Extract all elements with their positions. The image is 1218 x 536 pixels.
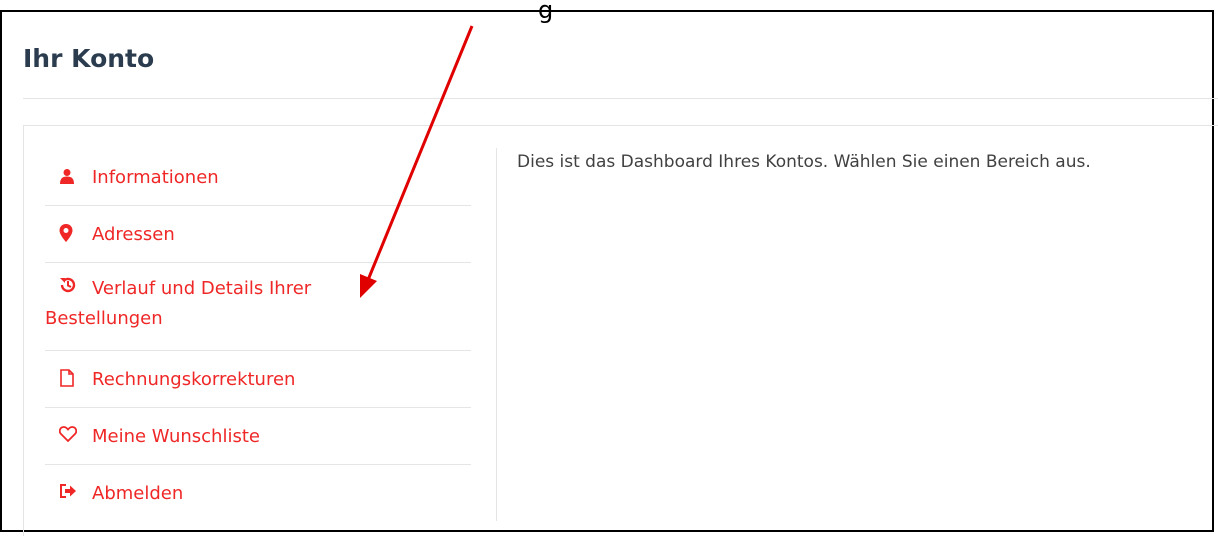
column-divider [496, 148, 497, 521]
sign-out-icon [59, 483, 77, 501]
nav-item-abmelden[interactable]: Abmelden [45, 465, 471, 522]
nav-item-label: Rechnungskorrekturen [92, 369, 296, 390]
file-icon [59, 369, 77, 387]
nav-item-label: Adressen [92, 224, 175, 245]
nav-item-label: Abmelden [92, 483, 184, 504]
user-icon [59, 168, 77, 186]
heart-icon [59, 426, 77, 444]
nav-item-label: Verlauf und Details Ihrer Bestellungen [45, 274, 392, 334]
partial-heading-text: g [538, 0, 554, 24]
nav-item-rechnungskorrekturen[interactable]: Rechnungskorrekturen [45, 351, 471, 408]
nav-item-bestellungen[interactable]: Verlauf und Details Ihrer Bestellungen [45, 263, 471, 351]
nav-item-label: Informationen [92, 167, 219, 188]
title-divider [23, 98, 1218, 99]
map-marker-icon [59, 224, 77, 242]
nav-item-adressen[interactable]: Adressen [45, 206, 471, 263]
account-nav: Informationen Adressen Verlauf und Detai… [45, 148, 471, 522]
nav-item-wunschliste[interactable]: Meine Wunschliste [45, 408, 471, 465]
dashboard-message: Dies ist das Dashboard Ihres Kontos. Wäh… [517, 152, 1091, 172]
page-title: Ihr Konto [23, 44, 155, 73]
nav-item-label-line2: Bestellungen [45, 308, 163, 329]
history-icon [59, 276, 77, 294]
nav-item-informationen[interactable]: Informationen [45, 148, 471, 206]
nav-item-label-line1: Verlauf und Details Ihrer [92, 278, 312, 299]
nav-item-label: Meine Wunschliste [92, 426, 260, 447]
